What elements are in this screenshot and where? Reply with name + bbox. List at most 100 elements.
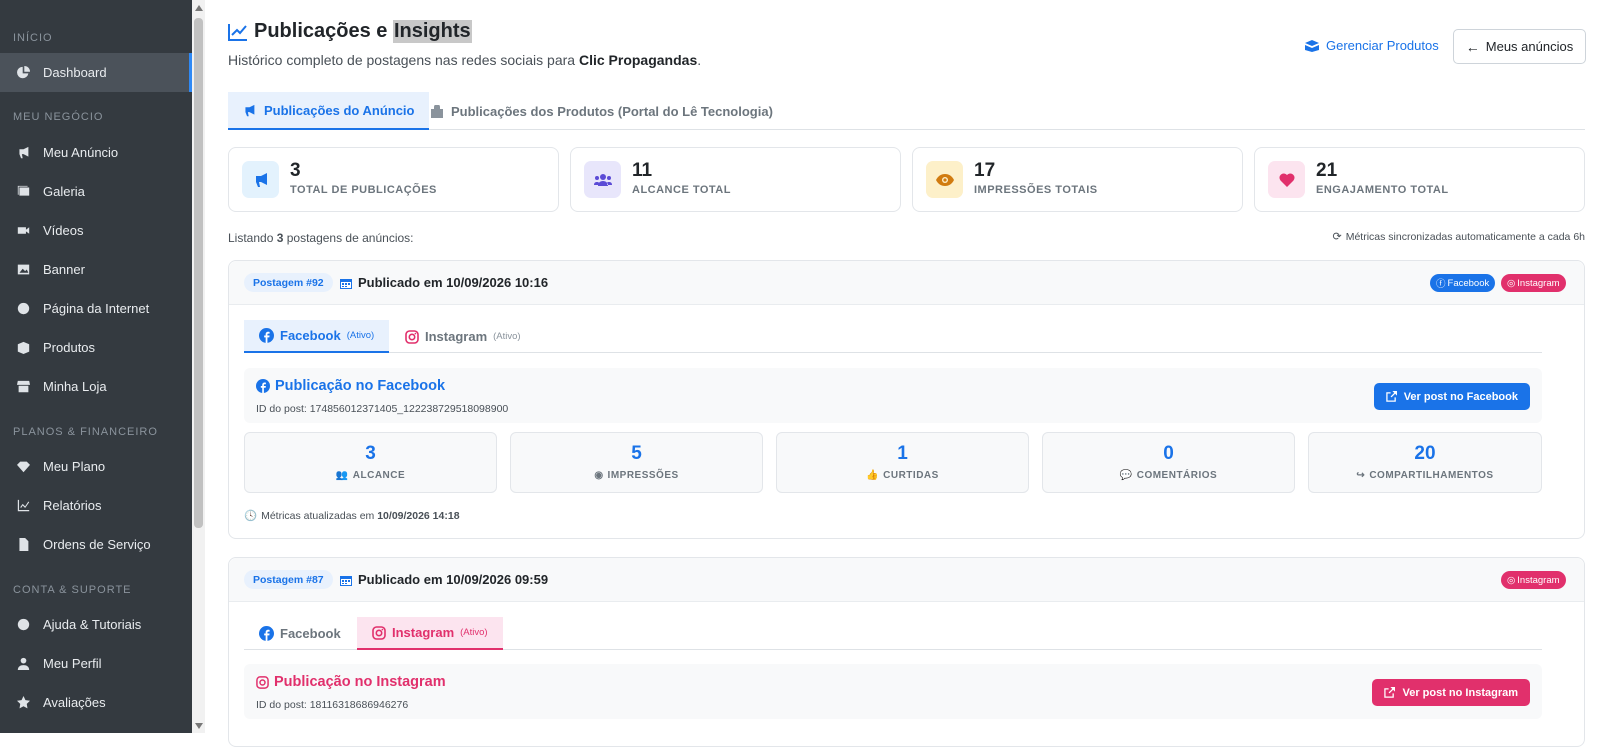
sidebar-item-label: Relatórios (43, 498, 102, 513)
metric-label: 👥 ALCANCE (245, 470, 496, 481)
view-post-label: Ver post no Instagram (1402, 686, 1518, 699)
sync-icon: ⟳ (1332, 231, 1342, 243)
scroll-down-arrow[interactable] (195, 723, 203, 729)
sidebar-item-videos[interactable]: Vídeos (0, 211, 192, 250)
tab-instagram[interactable]: Instagram (Ativo) (390, 320, 536, 353)
instagram-badge: ◎ Instagram (1501, 571, 1566, 589)
updated-datetime: 10/09/2026 14:18 (377, 509, 460, 522)
sidebar-item-galeria[interactable]: Galeria (0, 172, 192, 211)
tab-publicacoes-anuncio[interactable]: Publicações do Anúncio (228, 92, 430, 130)
eye-icon (926, 161, 963, 198)
published-prefix: Publicado em (358, 572, 447, 587)
sidebar-item-label: Meu Anúncio (43, 145, 119, 160)
facebook-icon (259, 328, 274, 343)
post-id-value: 174856012371405_122238729518098900 (309, 403, 509, 415)
metric-label-text: CURTIDAS (883, 470, 939, 481)
gem-icon (16, 460, 30, 474)
scroll-up-arrow[interactable] (195, 5, 203, 11)
subtitle-end: . (697, 52, 702, 68)
instagram-badge: ◎ Instagram (1501, 274, 1566, 292)
sidebar-item-label: Galeria (43, 184, 85, 199)
panel-title-text: Publicação no Facebook (275, 378, 446, 394)
post-id-pill: Postagem #87 (244, 570, 333, 589)
page-subtitle: Histórico completo de postagens nas rede… (228, 52, 701, 68)
published-datetime: 10/09/2026 09:59 (446, 572, 549, 587)
sidebar-item-label: Banner (43, 262, 85, 277)
tab-status: (Ativo) (460, 627, 488, 638)
facebook-badge: ⓕ Facebook (1430, 274, 1496, 292)
share-icon: ↪ (1356, 470, 1366, 481)
view-instagram-post-button[interactable]: Ver post no Instagram (1372, 679, 1530, 706)
my-ads-button[interactable]: ← Meus anúncios (1453, 29, 1586, 64)
question-circle-icon (16, 618, 30, 632)
manage-products-label: Gerenciar Produtos (1326, 38, 1439, 53)
file-icon (16, 538, 30, 552)
thumbs-up-icon: 👍 (866, 470, 880, 481)
tab-instagram[interactable]: Instagram (Ativo) (357, 617, 503, 650)
sidebar-item-produtos[interactable]: Produtos (0, 328, 192, 367)
metric-label-text: ALCANCE (352, 470, 406, 481)
sidebar-item-label: Página da Internet (43, 301, 150, 316)
instagram-icon (372, 625, 386, 640)
sidebar-item-ordens-servico[interactable]: Ordens de Serviço (0, 525, 192, 564)
sidebar-item-meu-plano[interactable]: Meu Plano (0, 447, 192, 486)
chart-pie-icon (16, 66, 30, 80)
post-id-label: ID do post: (256, 699, 310, 711)
sidebar-item-banner[interactable]: Banner (0, 250, 192, 289)
globe-icon (16, 302, 30, 316)
image-icon (16, 263, 30, 277)
sidebar-item-meu-anuncio[interactable]: Meu Anúncio (0, 133, 192, 172)
stat-value: 3 (290, 160, 301, 181)
stat-card-engajamento-total: 21 ENGAJAMENTO TOTAL (1254, 147, 1585, 212)
stat-card-total-publicacoes: 3 TOTAL DE PUBLICAÇÕES (228, 147, 559, 212)
metric-comentarios: 0 💬 COMENTÁRIOS (1042, 432, 1295, 493)
external-link-icon (1385, 391, 1397, 402)
page-title-text: Publicações e (254, 20, 393, 42)
view-facebook-post-button[interactable]: Ver post no Facebook (1373, 383, 1530, 410)
metric-value: 20 (1414, 443, 1436, 464)
tab-status: (Ativo) (493, 331, 521, 342)
sidebar-section-negocio: MEU NEGÓCIO (13, 111, 104, 123)
page-scrollbar[interactable] (192, 0, 205, 733)
post-id-pill: Postagem #92 (244, 273, 333, 292)
tab-facebook[interactable]: Facebook (244, 617, 356, 650)
manage-products-button[interactable]: Gerenciar Produtos (1305, 38, 1439, 53)
badge-label: Instagram (1517, 277, 1560, 289)
tab-label: Facebook (280, 328, 341, 343)
post-card-header: Postagem #87 Publicado em 10/09/2026 09:… (229, 558, 1584, 602)
sidebar-item-ajuda[interactable]: Ajuda & Tutoriais (0, 605, 192, 644)
scrollbar-thumb[interactable] (194, 18, 203, 528)
tab-label: Facebook (280, 626, 341, 641)
metric-label-text: IMPRESSÕES (607, 470, 679, 481)
sidebar-item-meu-perfil[interactable]: Meu Perfil (0, 644, 192, 683)
sidebar-item-pagina-internet[interactable]: Página da Internet (0, 289, 192, 328)
metric-label: ↪ COMPARTILHAMENTOS (1309, 470, 1541, 481)
post-card: Postagem #92 Publicado em 10/09/2026 10:… (228, 260, 1585, 539)
badge-label: Facebook (1447, 277, 1490, 289)
metrics-updated-note: 🕓 Métricas atualizadas em 10/09/2026 14:… (244, 509, 460, 523)
sidebar-item-avaliacoes[interactable]: Avaliações (0, 683, 192, 722)
sidebar-item-label: Ajuda & Tutoriais (43, 617, 142, 632)
arrow-left-icon: ← (1465, 38, 1480, 55)
sidebar-item-relatorios[interactable]: Relatórios (0, 486, 192, 525)
tab-publicacoes-produtos[interactable]: Publicações dos Produtos (Portal do Lê T… (416, 92, 788, 130)
tab-facebook[interactable]: Facebook (Ativo) (244, 320, 390, 353)
tab-label: Instagram (392, 625, 455, 640)
comments-icon: 💬 (1119, 470, 1133, 481)
my-ads-label: Meus anúncios (1485, 39, 1574, 54)
sidebar-item-minha-loja[interactable]: Minha Loja (0, 367, 192, 406)
sidebar-item-label: Ordens de Serviço (43, 537, 151, 552)
sync-note: ⟳ Métricas sincronizadas automaticamente… (1332, 230, 1585, 244)
sidebar-item-dashboard[interactable]: Dashboard (0, 53, 192, 92)
users-icon (584, 161, 621, 198)
updated-prefix: Métricas atualizadas em (261, 509, 378, 522)
page-title-highlight: Insights (392, 20, 472, 43)
star-icon (16, 696, 30, 710)
post-id-line: ID do post: 174856012371405_122238729518… (256, 403, 508, 415)
listing-text: Listando 3 postagens de anúncios: (228, 231, 414, 245)
post-id-label: ID do post: (256, 403, 310, 415)
post-card: Postagem #87 Publicado em 10/09/2026 09:… (228, 557, 1585, 747)
metric-label-text: COMENTÁRIOS (1136, 470, 1218, 481)
metric-value: 1 (897, 443, 908, 464)
view-post-label: Ver post no Facebook (1403, 390, 1518, 403)
